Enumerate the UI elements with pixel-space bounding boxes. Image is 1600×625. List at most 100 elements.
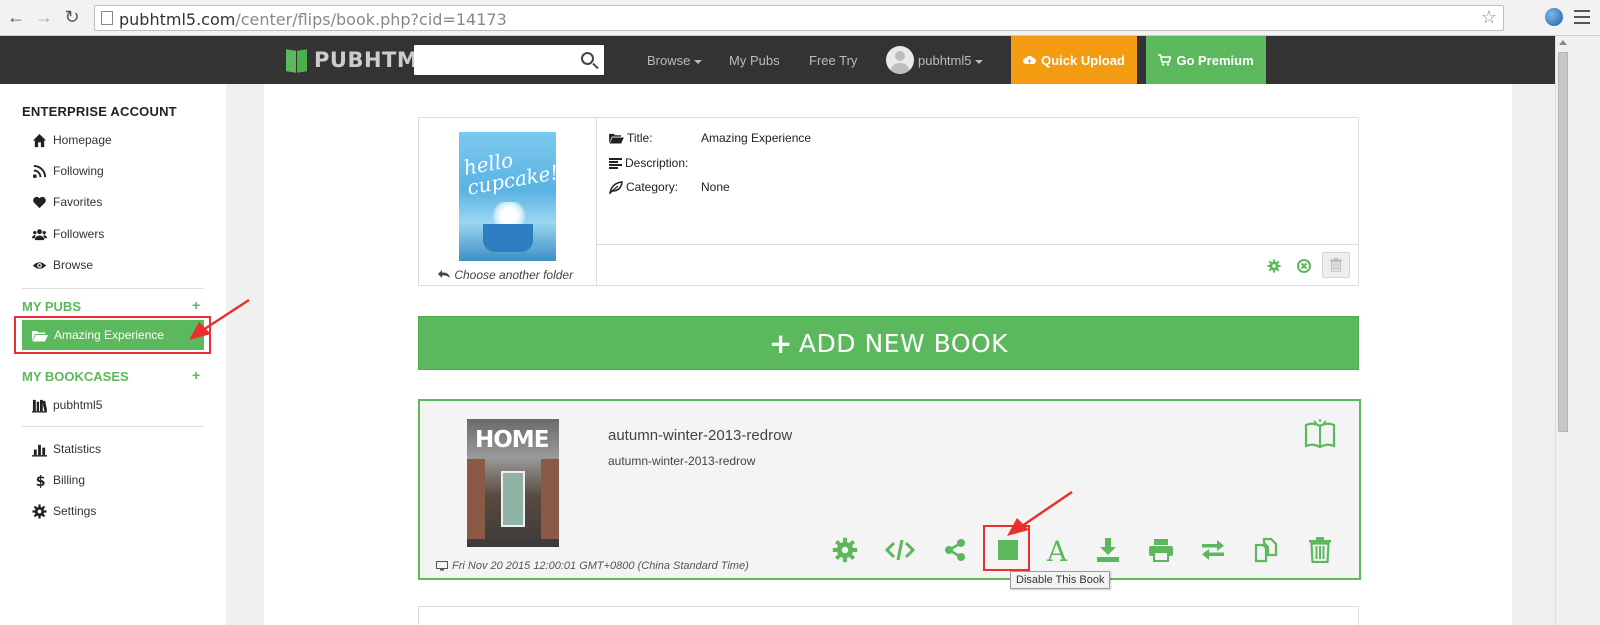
account-title: ENTERPRISE ACCOUNT [22, 104, 177, 119]
book-date: Fri Nov 20 2015 12:00:01 GMT+0800 (China… [436, 560, 749, 572]
sidebar-item-browse[interactable]: Browse [32, 256, 93, 274]
caret-down-icon [975, 59, 984, 64]
add-new-book-button[interactable]: + ADD NEW BOOK [418, 316, 1359, 370]
search-icon[interactable] [581, 52, 594, 65]
book-settings-button[interactable] [830, 535, 860, 565]
address-bar[interactable]: pubhtml5.com/center/flips/book.php?cid=1… [94, 5, 1504, 31]
add-new-book-label: ADD NEW BOOK [798, 328, 1009, 358]
delete-book-button[interactable] [1305, 535, 1335, 565]
close-circle-icon[interactable] [1297, 259, 1311, 273]
transfer-button[interactable] [1198, 535, 1228, 565]
user-menu[interactable]: pubhtml5 [918, 53, 984, 68]
sidebar-item-label: Settings [53, 504, 97, 518]
nav-free-try[interactable]: Free Try [809, 53, 857, 68]
bar-chart-icon [32, 444, 47, 457]
reload-icon[interactable]: ↻ [60, 5, 84, 29]
page-scrollbar[interactable] [1555, 36, 1600, 625]
book-cover-image[interactable]: HOME [467, 419, 559, 547]
globe-icon[interactable] [1545, 8, 1563, 26]
my-pubs-heading: MY PUBS [22, 299, 81, 314]
duplicate-button[interactable] [1252, 535, 1282, 565]
bookcase-icon [32, 399, 47, 413]
folder-card: hello cupcake! Choose another folder Titl… [418, 117, 1359, 286]
sidebar-item-label: Homepage [53, 133, 112, 147]
sidebar-item-billing[interactable]: $ Billing [32, 471, 85, 489]
plus-icon: + [768, 326, 793, 360]
open-book-icon[interactable] [1304, 419, 1336, 449]
rss-icon [32, 164, 47, 178]
search-input[interactable] [414, 45, 574, 75]
title-row: Title: [609, 131, 653, 145]
folder-card-divider [597, 244, 1359, 245]
url-text: pubhtml5.com/center/flips/book.php?cid=1… [119, 10, 507, 29]
divider [22, 426, 204, 427]
sidebar-item-homepage[interactable]: Homepage [32, 131, 112, 149]
scroll-up-icon[interactable] [1559, 40, 1567, 45]
print-button[interactable] [1146, 535, 1176, 565]
delete-folder-button[interactable] [1322, 252, 1350, 278]
svg-text:$: $ [36, 474, 46, 488]
print-icon [1149, 539, 1173, 562]
share-icon [945, 539, 965, 561]
choose-folder-label: Choose another folder [454, 268, 574, 282]
sidebar-item-followers[interactable]: Followers [32, 225, 104, 243]
sidebar-item-following[interactable]: Following [32, 162, 104, 180]
cover-art-door [501, 471, 525, 527]
svg-text:A: A [1046, 536, 1068, 564]
description-row: Description: [609, 156, 688, 170]
sidebar-item-label: Following [53, 164, 104, 178]
tooltip: Disable This Book [1010, 571, 1111, 589]
sidebar-item-favorites[interactable]: Favorites [32, 193, 102, 211]
go-premium-button[interactable]: Go Premium [1146, 36, 1266, 84]
my-bookcases-heading: MY BOOKCASES [22, 369, 129, 384]
exchange-icon [1202, 540, 1224, 560]
sidebar-item-settings[interactable]: Settings [32, 502, 96, 520]
page-icon [101, 11, 113, 25]
download-icon [1097, 538, 1119, 562]
browser-menu-icon[interactable] [1574, 10, 1590, 24]
sidebar-item-label: Billing [53, 473, 86, 487]
embed-code-button[interactable] [885, 535, 915, 565]
folder-open-icon [609, 133, 624, 144]
forward-arrow-icon[interactable]: → [32, 5, 56, 29]
back-arrow-icon[interactable]: ← [4, 5, 28, 29]
share-button[interactable] [940, 535, 970, 565]
title-value: Amazing Experience [701, 131, 812, 145]
choose-another-folder-link[interactable]: Choose another folder [437, 268, 573, 282]
sidebar-bookcase-pubhtml5[interactable]: pubhtml5 [32, 396, 102, 414]
gear-icon [832, 537, 858, 563]
dollar-icon: $ [36, 474, 46, 488]
category-value: None [701, 180, 730, 194]
scrollbar-thumb[interactable] [1558, 52, 1568, 432]
desktop-icon [436, 561, 448, 571]
folder-settings-gear-icon[interactable] [1267, 259, 1281, 273]
next-book-card [418, 606, 1359, 625]
avatar[interactable] [886, 46, 914, 74]
cover-art-wall [541, 459, 559, 539]
nav-my-pubs[interactable]: My Pubs [729, 53, 780, 68]
book-title[interactable]: autumn-winter-2013-redrow [608, 427, 792, 444]
logo-book-icon [286, 48, 308, 73]
eye-icon [32, 261, 47, 269]
sidebar-item-label: Browse [53, 258, 94, 272]
nav-browse[interactable]: Browse [647, 53, 703, 68]
book-subtitle: autumn-winter-2013-redrow [608, 454, 756, 468]
gear-icon [32, 503, 47, 519]
cloud-upload-icon [1023, 55, 1037, 64]
category-label: Category: [626, 180, 679, 194]
folder-cover-image[interactable]: hello cupcake! [459, 132, 556, 261]
site-header: PUBHTML5 Browse My Pubs Free Try pubhtml… [0, 36, 1555, 84]
download-button[interactable] [1093, 535, 1123, 565]
caret-down-icon [694, 59, 703, 64]
add-bookcase-plus-icon[interactable]: + [192, 367, 200, 383]
category-row: Category: [609, 180, 678, 194]
quick-upload-button[interactable]: Quick Upload [1011, 36, 1137, 84]
sidebar-item-statistics[interactable]: Statistics [32, 440, 101, 458]
bookmark-star-icon[interactable]: ☆ [1481, 7, 1497, 28]
cover-art-cup [483, 224, 533, 252]
cover-art-text: HOME [475, 427, 549, 453]
book-card: HOME autumn-winter-2013-redrow autumn-wi… [418, 399, 1361, 580]
cover-art-text: hello cupcake! [461, 147, 556, 200]
sidebar: ENTERPRISE ACCOUNT Homepage Following Fa… [0, 84, 226, 625]
home-icon [32, 133, 47, 147]
